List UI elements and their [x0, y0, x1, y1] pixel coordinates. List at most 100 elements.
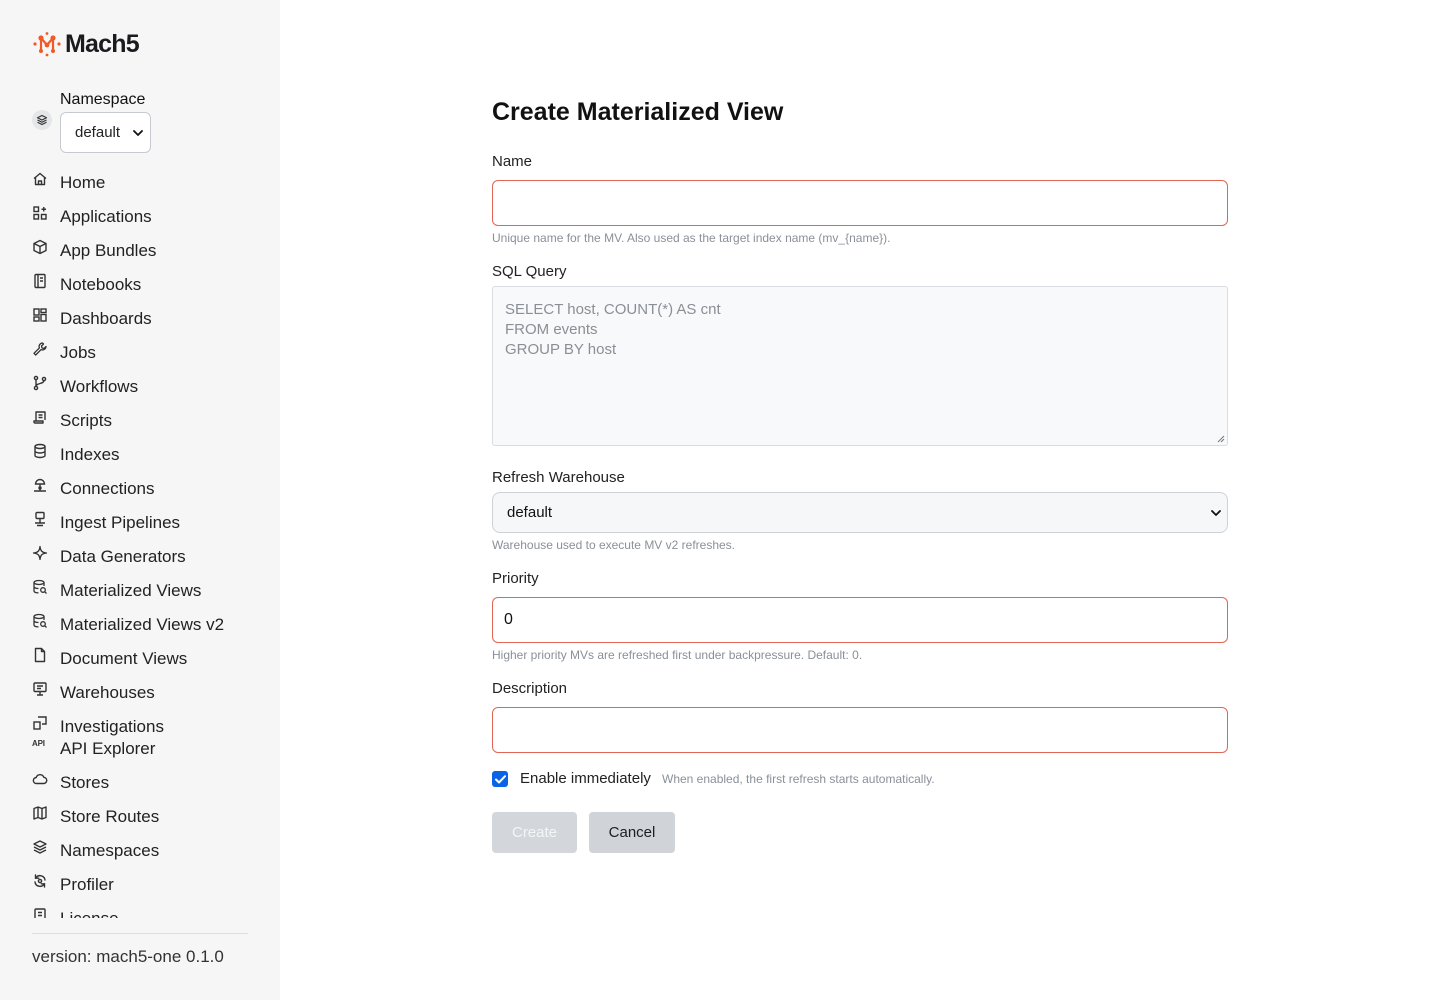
investigation-icon — [33, 716, 47, 730]
sql-query-placeholder: SELECT host, COUNT(*) AS cnt FROM events… — [505, 301, 721, 358]
description-input[interactable] — [492, 707, 1228, 753]
sidebar-item-stores[interactable]: Stores — [32, 769, 262, 793]
chevron-down-icon — [133, 129, 143, 136]
license-icon — [34, 908, 46, 918]
sidebar-divider — [32, 933, 248, 934]
network-icon — [34, 478, 46, 492]
sidebar-item-dashboards[interactable]: Dashboards — [32, 305, 262, 329]
sidebar-item-home[interactable]: Home — [32, 169, 262, 193]
page-title: Create Materialized View — [492, 98, 784, 126]
name-help: Unique name for the MV. Also used as the… — [492, 231, 891, 245]
name-input[interactable] — [492, 180, 1228, 226]
sidebar-item-label: Notebooks — [60, 275, 142, 294]
sidebar-item-materialized-views-v2[interactable]: Materialized Views v2 — [32, 611, 262, 635]
sidebar-item-label: Scripts — [60, 411, 112, 430]
sidebar-item-investigations[interactable]: Investigations — [32, 713, 262, 737]
layers-icon — [33, 840, 47, 854]
version-text: version: mach5-one 0.1.0 — [32, 947, 224, 966]
cloud-icon — [32, 773, 48, 785]
sidebar-item-label: Home — [60, 173, 106, 192]
sidebar-item-label: Document Views — [60, 649, 188, 668]
sidebar-item-app-bundles[interactable]: App Bundles — [32, 237, 262, 261]
sidebar-item-label: Stores — [60, 773, 110, 792]
sidebar-item-label: Materialized Views v2 — [60, 615, 225, 634]
sidebar-item-workflows[interactable]: Workflows — [32, 373, 262, 397]
dashboard-icon — [33, 308, 47, 322]
sidebar-item-api-explorer[interactable]: API API Explorer — [32, 735, 262, 759]
sidebar-item-ingest-pipelines[interactable]: Ingest Pipelines — [32, 509, 262, 533]
description-label: Description — [492, 680, 568, 697]
priority-label: Priority — [492, 570, 539, 587]
sidebar-item-scripts[interactable]: Scripts — [32, 407, 262, 431]
sidebar-item-jobs[interactable]: Jobs — [32, 339, 262, 363]
sidebar-item-notebooks[interactable]: Notebooks — [32, 271, 262, 295]
cancel-button[interactable]: Cancel — [589, 812, 675, 853]
sparkle-icon — [32, 545, 48, 561]
namespace-selector: Namespace default — [32, 90, 252, 154]
refresh-warehouse-value: default — [507, 504, 553, 521]
sidebar-item-label: Jobs — [60, 343, 96, 362]
database-search-icon — [33, 613, 47, 628]
sidebar-item-document-views[interactable]: Document Views — [32, 645, 262, 669]
file-icon — [34, 647, 46, 663]
sidebar-item-label: Data Generators — [60, 547, 186, 566]
database-icon — [34, 443, 46, 459]
sidebar-item-label: Namespaces — [60, 841, 160, 860]
sql-query-textarea[interactable]: SELECT host, COUNT(*) AS cnt FROM events… — [492, 286, 1228, 446]
sidebar-item-label: Store Routes — [60, 807, 160, 826]
sidebar-item-label: Ingest Pipelines — [60, 513, 181, 532]
sidebar-item-applications[interactable]: Applications — [32, 203, 262, 227]
sql-query-label: SQL Query — [492, 263, 567, 280]
apps-grid-icon — [33, 206, 47, 220]
enable-immediately-label[interactable]: Enable immediately — [520, 770, 651, 788]
namespace-select[interactable]: default — [60, 112, 151, 153]
checkmark-icon — [494, 774, 506, 783]
scroll-icon — [33, 411, 46, 424]
sidebar-item-label: Investigations — [60, 717, 164, 736]
namespace-select-value: default — [75, 124, 121, 141]
priority-help: Higher priority MVs are refreshed first … — [492, 648, 863, 662]
package-icon — [33, 239, 47, 255]
brand-name: Mach5 — [65, 29, 140, 58]
sidebar-item-data-generators[interactable]: Data Generators — [32, 543, 262, 567]
pipeline-icon — [35, 511, 45, 527]
resize-grip-icon[interactable] — [1217, 435, 1225, 443]
name-label: Name — [492, 153, 533, 170]
sidebar-item-label: Warehouses — [60, 683, 155, 702]
sidebar-item-connections[interactable]: Connections — [32, 475, 262, 499]
sidebar-item-license[interactable]: License — [32, 905, 262, 918]
notebook-icon — [34, 273, 46, 289]
refresh-warehouse-label: Refresh Warehouse — [492, 469, 625, 486]
sidebar-item-label: Applications — [60, 207, 152, 226]
sidebar-item-label: App Bundles — [60, 241, 157, 260]
map-icon — [33, 806, 47, 820]
namespace-label: Namespace — [60, 91, 146, 108]
enable-immediately-checkbox[interactable] — [492, 771, 508, 787]
sidebar-item-store-routes[interactable]: Store Routes — [32, 803, 262, 827]
wrench-icon — [33, 342, 47, 356]
create-button[interactable]: Create — [492, 812, 577, 853]
enable-immediately-row: Enable immediately When enabled, the fir… — [492, 770, 1228, 788]
sidebar-nav: Home Applications App Bundles Notebooks … — [32, 163, 262, 918]
mach5-logo-icon — [33, 32, 61, 57]
sidebar-item-profiler[interactable]: Profiler — [32, 871, 262, 895]
layers-icon — [32, 110, 52, 130]
sidebar-item-label: Dashboards — [60, 309, 152, 328]
sidebar: Mach5 Namespace default Home Application… — [0, 0, 280, 1000]
warehouse-help: Warehouse used to execute MV v2 refreshe… — [492, 538, 736, 552]
git-branch-icon — [33, 375, 47, 391]
chevron-down-icon — [1211, 509, 1221, 516]
sidebar-item-label: License — [60, 909, 119, 918]
mach5-logo[interactable]: Mach5 — [32, 29, 140, 58]
sidebar-item-warehouses[interactable]: Warehouses — [32, 679, 262, 703]
sidebar-item-label: Connections — [60, 479, 155, 498]
sidebar-item-namespaces[interactable]: Namespaces — [32, 837, 262, 861]
database-search-icon — [33, 579, 47, 594]
sidebar-item-indexes[interactable]: Indexes — [32, 441, 262, 465]
sidebar-item-label: Materialized Views — [60, 581, 202, 600]
priority-input[interactable]: 0 — [492, 597, 1228, 643]
sidebar-item-label: API Explorer — [60, 739, 156, 758]
sidebar-item-label: Workflows — [60, 377, 139, 396]
refresh-warehouse-select[interactable]: default — [492, 492, 1228, 533]
sidebar-item-materialized-views[interactable]: Materialized Views — [32, 577, 262, 601]
